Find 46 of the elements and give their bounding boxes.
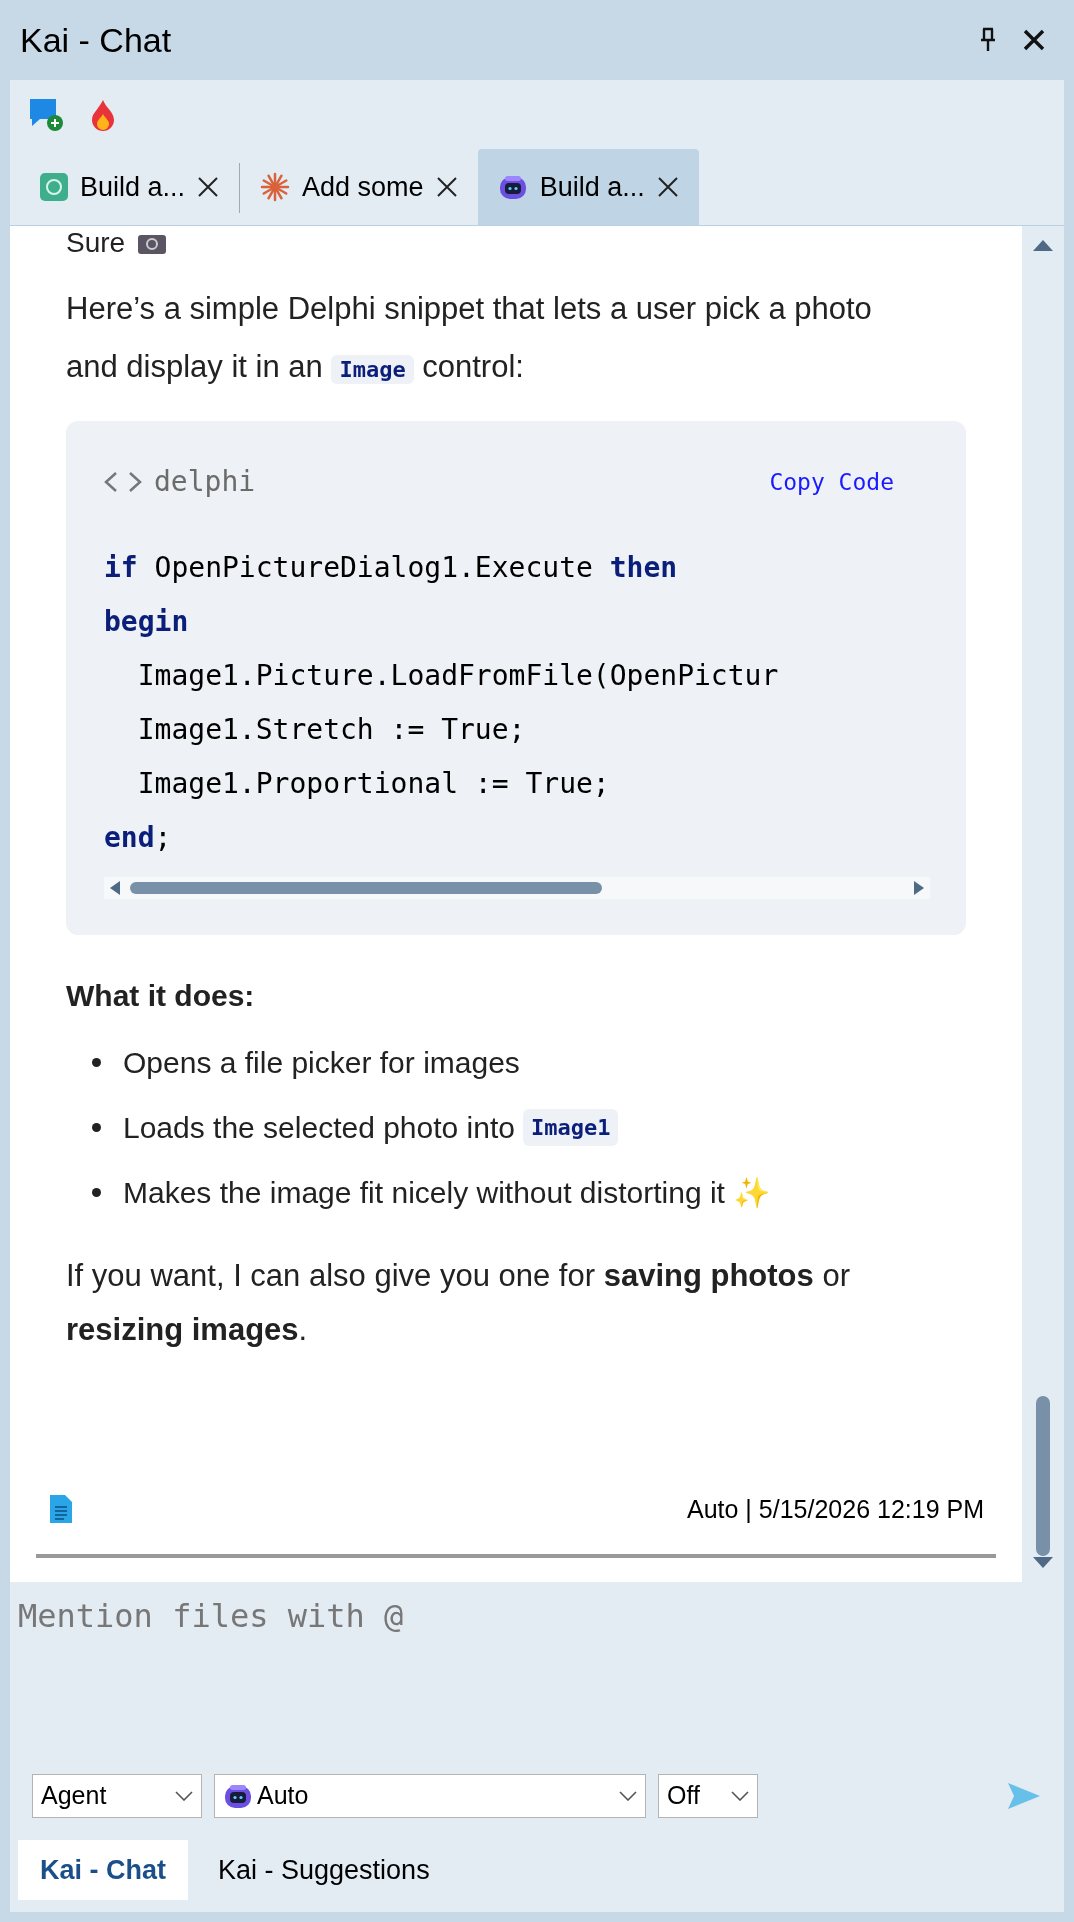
chevron-down-icon (731, 1791, 749, 1801)
message-text: Sure (66, 229, 126, 257)
pin-icon[interactable] (978, 27, 998, 53)
copy-code-button[interactable]: Copy Code (769, 464, 894, 500)
scroll-thumb[interactable] (1036, 1396, 1050, 1556)
message-paragraph: Here’s a simple Delphi snippet that lets a user pick a photo and display it in an Image control: (66, 290, 873, 386)
panel-tab[interactable]: Kai - Suggestions (196, 1840, 452, 1900)
close-icon[interactable] (197, 176, 220, 198)
window-title: Kai - Chat (20, 19, 172, 61)
bullet-text: Makes the image fit nicely without distorting it ✨ (123, 1175, 771, 1211)
scroll-down-icon[interactable] (1032, 1556, 1054, 1570)
knot-logo-icon (40, 173, 68, 201)
document-icon[interactable] (48, 1493, 74, 1526)
scroll-left-icon[interactable] (108, 880, 122, 896)
close-icon[interactable] (1022, 28, 1046, 52)
inline-code: Image1 (522, 1109, 619, 1146)
bullet-text: Loads the selected photo into Image1 (123, 1105, 619, 1150)
scroll-thumb[interactable] (130, 882, 603, 894)
code-icon (104, 471, 142, 493)
panel-tab[interactable]: Kai - Chat (18, 1840, 188, 1900)
dropdown-select[interactable]: Off (658, 1774, 758, 1818)
chevron-down-icon (619, 1791, 637, 1801)
scroll-right-icon[interactable] (912, 880, 926, 896)
chevron-down-icon (175, 1791, 193, 1801)
burst-icon (260, 172, 291, 202)
close-icon[interactable] (656, 176, 679, 198)
close-icon[interactable] (435, 176, 458, 198)
section-heading: What it does: (66, 978, 256, 1014)
robot-icon (497, 173, 528, 201)
horizontal-scrollbar[interactable] (104, 877, 930, 899)
flame-icon[interactable] (90, 98, 116, 132)
inline-code: Image (331, 355, 414, 384)
robot-icon (223, 1782, 253, 1810)
message-input[interactable]: Mention files with @ (18, 1582, 1056, 1642)
scroll-up-icon[interactable] (1032, 238, 1054, 252)
chat-tab[interactable]: Build a... (20, 149, 240, 225)
message-paragraph: If you want, I can also give you one for saving photos or resizing images. (66, 1257, 851, 1349)
bullet-text: Opens a file picker for images (123, 1045, 520, 1081)
message-meta: Auto | 5/15/2026 12:19 PM (687, 1493, 984, 1525)
new-chat-icon[interactable] (28, 97, 66, 133)
chat-tab[interactable]: Build a... (477, 149, 699, 225)
chat-tab[interactable]: Add some (240, 149, 478, 225)
dropdown-select[interactable]: Auto (214, 1774, 646, 1818)
dropdown-select[interactable]: Agent (32, 1774, 202, 1818)
code-text: if OpenPictureDialog1.Execute then begin Image1.Picture.LoadFromFile(OpenPictur Image1.Stretch := True; Image1.Proportional := True; end; (104, 550, 780, 856)
code-language: delphi (154, 464, 256, 500)
